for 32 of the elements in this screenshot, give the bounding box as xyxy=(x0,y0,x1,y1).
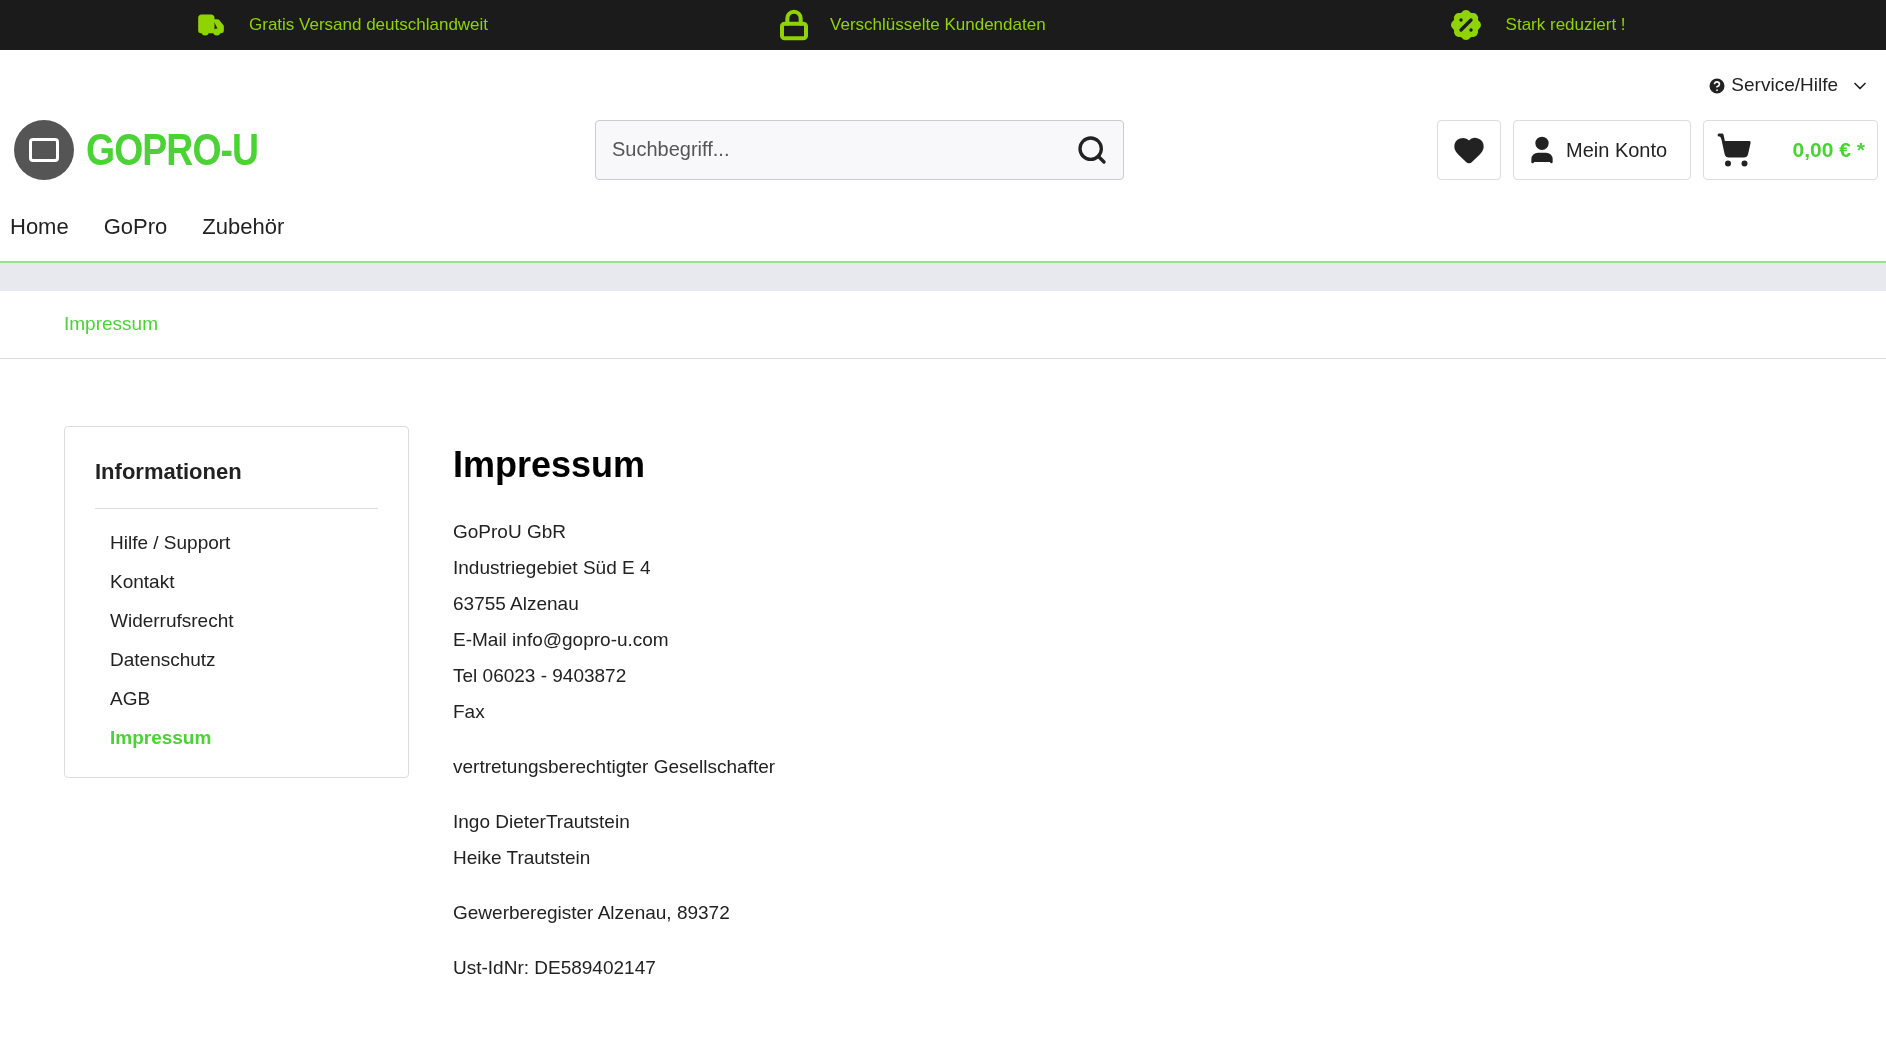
imprint-line: Fax xyxy=(453,700,486,724)
usp-text: Verschlüsselte Kundendaten xyxy=(830,14,1046,37)
cart-icon xyxy=(1716,131,1752,168)
usp-text: Gratis Versand deutschlandweit xyxy=(249,14,489,37)
imprint-line: Ust-IdNr: DE589402147 xyxy=(453,956,657,980)
nav-link[interactable]: GoPro xyxy=(103,209,168,243)
imprint-line: Tel 06023 - 9403872 xyxy=(453,664,628,688)
imprint-line: 63755 Alzenau xyxy=(453,592,580,616)
account-button[interactable]: Mein Konto xyxy=(1513,119,1691,180)
sidebar-title: Informationen xyxy=(95,455,378,509)
wishlist-button[interactable] xyxy=(1437,119,1501,180)
sidebar-link[interactable]: Hilfe / Support xyxy=(110,523,378,562)
imprint-line: Industriegebiet Süd E 4 xyxy=(453,556,652,580)
sidebar-link[interactable]: Datenschutz xyxy=(110,640,378,679)
sidebar-link[interactable]: Kontakt xyxy=(110,562,378,601)
usp-text: Stark reduziert ! xyxy=(1505,14,1626,37)
imprint-line: GoProU GbR xyxy=(453,520,567,544)
service-menu[interactable]: Service/Hilfe xyxy=(1707,63,1870,108)
sidebar-link[interactable]: Widerrufsrecht xyxy=(110,601,378,640)
search-icon xyxy=(1076,133,1108,166)
imprint-line: vertretungsberechtigter Gesellschafter xyxy=(453,755,776,779)
nav-link[interactable]: Home xyxy=(10,209,69,243)
sidebar-link[interactable]: AGB xyxy=(110,679,378,718)
logo-text: GOPRO-U xyxy=(86,123,259,176)
nav-link[interactable]: Zubehör xyxy=(202,209,285,243)
imprint-line: Ingo DieterTrautstein xyxy=(453,810,631,834)
search-field[interactable]: Suchbegriff... xyxy=(595,119,1124,180)
imprint-line: Heike Trautstein xyxy=(453,846,592,870)
imprint-line: Gewerberegister Alzenau, 89372 xyxy=(453,901,731,925)
imprint-line: E-Mail info@gopro-u.com xyxy=(453,628,670,652)
page-title: Impressum xyxy=(453,443,647,487)
help-icon xyxy=(1707,75,1728,96)
